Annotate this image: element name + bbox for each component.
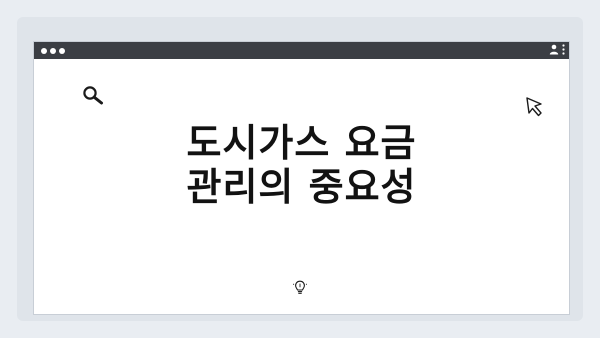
window-dot[interactable] (59, 47, 65, 54)
title-line-2: 관리의 중요성 (186, 165, 417, 209)
window-controls[interactable] (34, 47, 65, 54)
window-dot[interactable] (50, 47, 56, 54)
title-bar-actions (549, 44, 565, 55)
title-bar (34, 42, 569, 59)
title-line-1: 도시가스 요금 (186, 121, 417, 165)
window-dot[interactable] (41, 47, 47, 54)
browser-window: 도시가스 요금 관리의 중요성 (33, 41, 570, 315)
cursor-icon (526, 97, 542, 117)
lightbulb-icon (293, 280, 307, 294)
search-icon[interactable] (82, 85, 104, 105)
page-content: 도시가스 요금 관리의 중요성 (34, 59, 569, 314)
kebab-icon[interactable] (562, 44, 565, 55)
page-title: 도시가스 요금 관리의 중요성 (34, 121, 569, 209)
user-icon[interactable] (549, 44, 559, 55)
